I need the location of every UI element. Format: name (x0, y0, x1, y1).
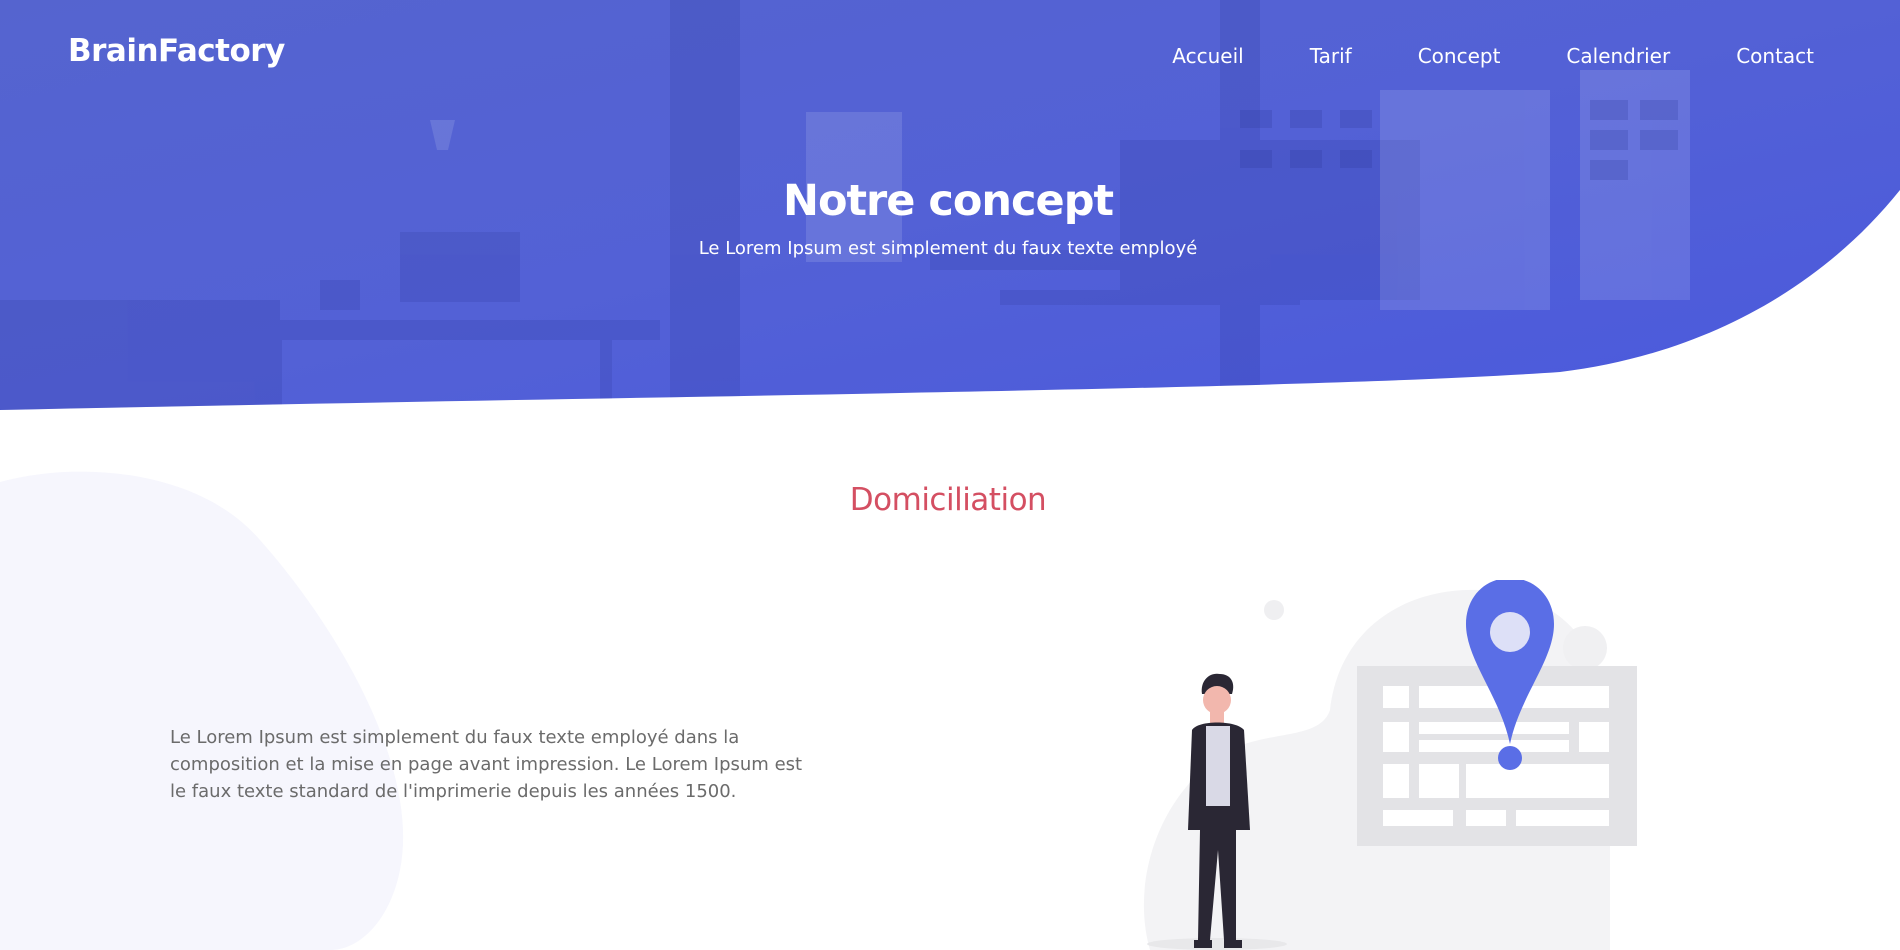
nav-link-accueil[interactable]: Accueil (1172, 44, 1243, 68)
brand-logo[interactable]: BrainFactory (68, 33, 285, 69)
nav-link-calendrier[interactable]: Calendrier (1566, 44, 1670, 68)
section-title: Domiciliation (849, 482, 1047, 518)
nav-link-concept[interactable]: Concept (1418, 44, 1501, 68)
nav-link-tarif[interactable]: Tarif (1310, 44, 1352, 68)
section-text: Le Lorem Ipsum est simplement du faux te… (170, 727, 803, 802)
decorative-blob (0, 471, 404, 950)
hero-title: Notre concept (782, 176, 1114, 226)
decor-dot-large (1563, 626, 1607, 670)
location-illustration (1143, 580, 1637, 950)
page: BrainFactory Accueil Tarif Concept Calen… (0, 0, 1900, 950)
decor-dot-small (1264, 600, 1284, 620)
main-nav: Accueil Tarif Concept Calendrier Contact (1106, 44, 1814, 68)
hero-subtitle: Le Lorem Ipsum est simplement du faux te… (698, 238, 1198, 259)
nav-link-contact[interactable]: Contact (1736, 44, 1814, 68)
